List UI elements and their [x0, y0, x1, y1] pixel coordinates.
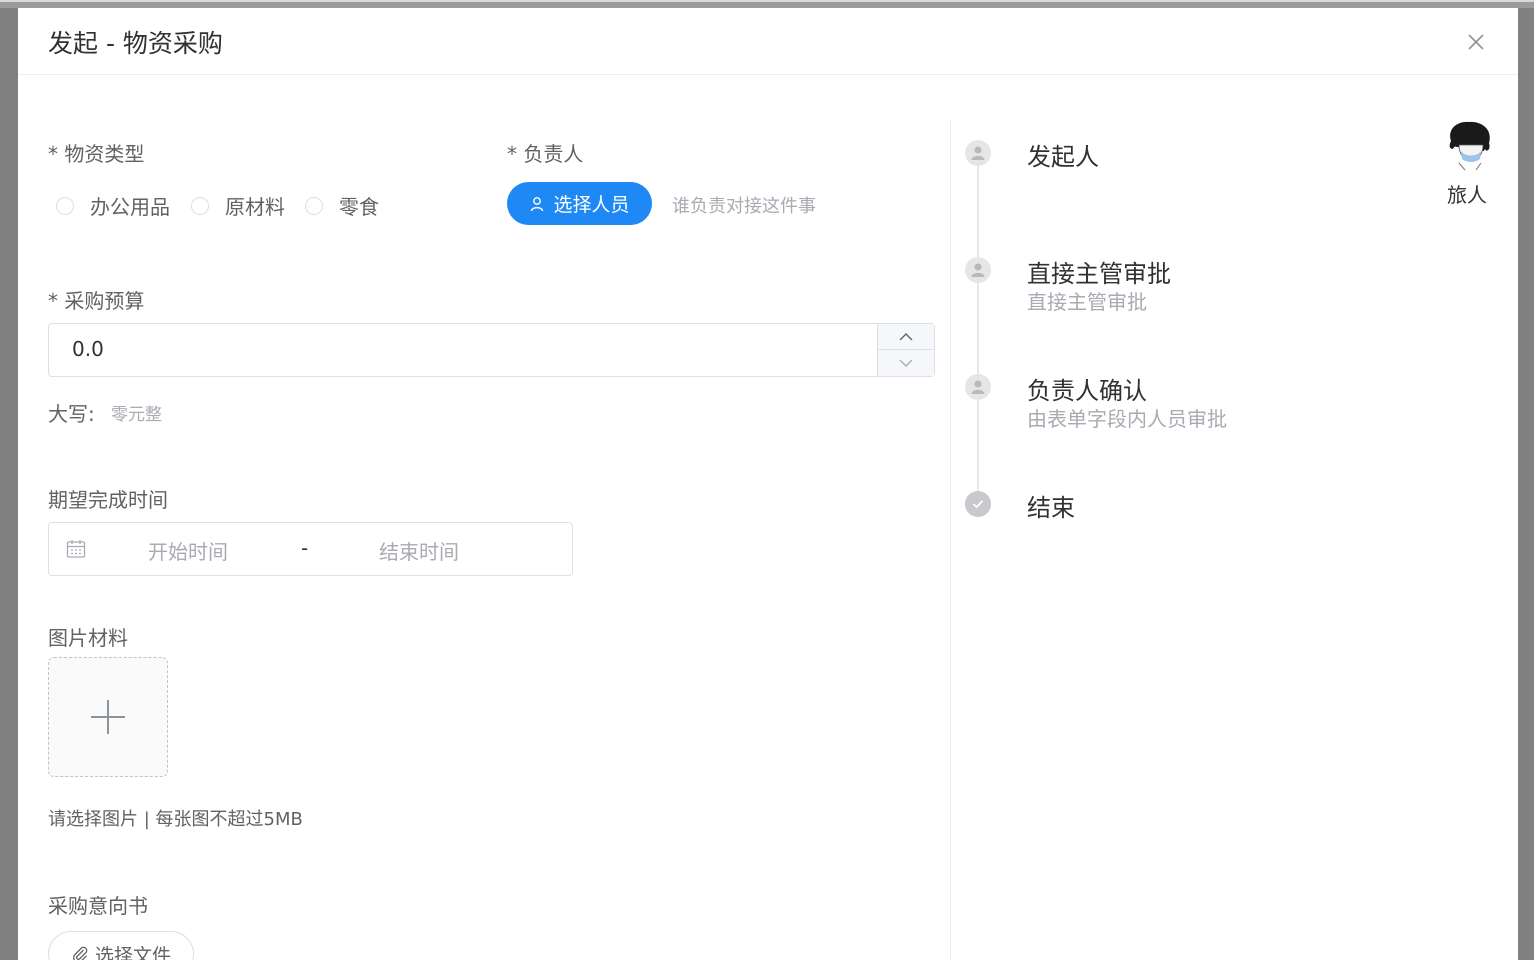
- budget-label: * 采购预算: [48, 289, 145, 313]
- owner-label: * 负责人: [507, 142, 584, 166]
- dialog-title: 发起 - 物资采购: [48, 29, 223, 58]
- user-icon: [965, 257, 991, 283]
- calendar-icon: [66, 539, 86, 563]
- close-button[interactable]: [1464, 30, 1488, 54]
- select-person-button[interactable]: 选择人员: [507, 182, 652, 225]
- paperclip-icon: [71, 945, 89, 960]
- intent-letter-label: 采购意向书: [48, 894, 148, 918]
- uppercase-value: 零元整: [111, 405, 162, 425]
- node-title-owner-confirm: 负责人确认: [1027, 377, 1147, 405]
- radio-raw-materials[interactable]: 原材料: [191, 191, 285, 220]
- plus-icon: [91, 700, 125, 734]
- budget-value: 0.0: [72, 337, 104, 361]
- check-circle-icon: [965, 491, 991, 517]
- images-label: 图片材料: [48, 626, 128, 650]
- initiator-name: 旅人: [1447, 183, 1487, 207]
- process-panel: 发起人 直接主管审批 直接主管审批 负责人确认 由表单字段内人员审批 结束 旅人: [951, 75, 1518, 960]
- user-icon: [529, 196, 545, 212]
- images-hint: 请选择图片 | 每张图不超过5MB: [48, 809, 303, 830]
- select-file-button[interactable]: 选择文件: [48, 931, 194, 960]
- budget-input[interactable]: 0.0: [48, 323, 935, 377]
- user-icon: [965, 374, 991, 400]
- end-time-input[interactable]: 结束时间: [379, 536, 459, 565]
- budget-stepper: [877, 324, 934, 376]
- node-subtitle-supervisor: 直接主管审批: [1027, 290, 1147, 314]
- radio-office-supplies[interactable]: 办公用品: [56, 191, 170, 220]
- date-range-picker[interactable]: 开始时间 - 结束时间: [48, 522, 573, 576]
- expected-time-label: 期望完成时间: [48, 488, 168, 512]
- radio-label: 办公用品: [90, 195, 170, 219]
- material-type-label: * 物资类型: [48, 142, 145, 166]
- dialog: 发起 - 物资采购 * 物资类型 办公用品 原材料 零食 * 负责人 选择人员 …: [18, 8, 1518, 960]
- close-icon: [1468, 34, 1484, 50]
- radio-circle: [305, 196, 323, 215]
- radio-circle: [56, 196, 74, 215]
- window-top-edge: [0, 0, 1534, 8]
- owner-hint: 谁负责对接这件事: [672, 196, 816, 217]
- radio-circle: [191, 196, 209, 215]
- start-time-input[interactable]: 开始时间: [148, 536, 228, 565]
- image-upload-button[interactable]: [48, 657, 168, 777]
- range-separator: -: [301, 536, 309, 560]
- user-icon: [965, 140, 991, 166]
- decrease-button[interactable]: [878, 350, 934, 376]
- form-panel: * 物资类型 办公用品 原材料 零食 * 负责人 选择人员 谁负责对接这件事 *…: [18, 75, 950, 960]
- chevron-up-icon: [899, 332, 913, 340]
- select-file-label: 选择文件: [94, 944, 171, 960]
- node-title-supervisor: 直接主管审批: [1027, 260, 1171, 288]
- uppercase-label: 大写:: [48, 402, 95, 426]
- select-person-label: 选择人员: [553, 194, 630, 216]
- increase-button[interactable]: [878, 324, 934, 350]
- avatar: [1445, 119, 1495, 171]
- dialog-header: 发起 - 物资采购: [18, 8, 1518, 75]
- node-title-initiator: 发起人: [1027, 143, 1099, 171]
- chevron-down-icon: [899, 359, 913, 367]
- radio-label: 零食: [339, 195, 379, 219]
- node-title-end: 结束: [1027, 494, 1075, 522]
- node-subtitle-owner-confirm: 由表单字段内人员审批: [1027, 407, 1227, 431]
- timeline-line: [977, 157, 979, 507]
- radio-snacks[interactable]: 零食: [305, 191, 379, 220]
- radio-label: 原材料: [225, 195, 285, 219]
